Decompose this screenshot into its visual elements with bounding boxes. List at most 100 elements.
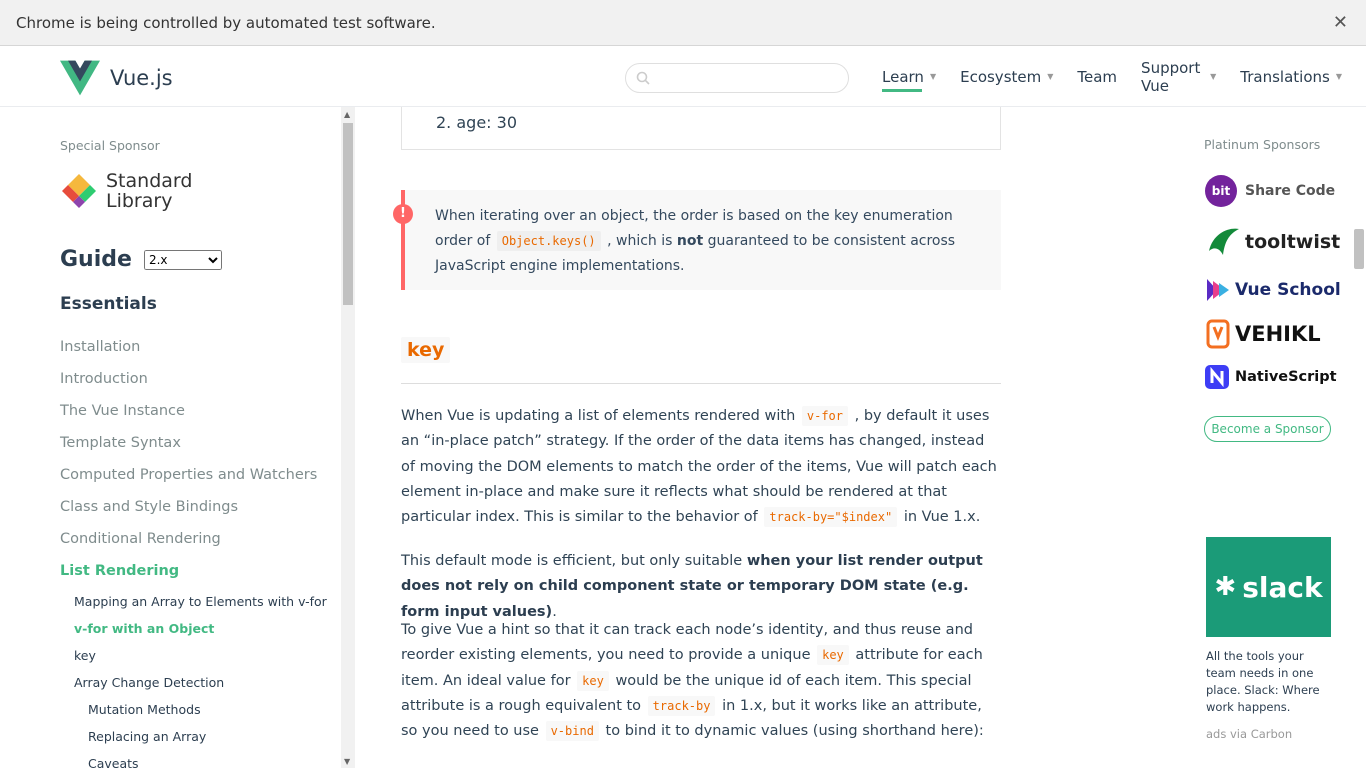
p3-code-1: key	[817, 645, 849, 666]
nav-ecosystem-label: Ecosystem	[960, 67, 1042, 86]
sponsor-nativescript-name: NativeScript	[1235, 369, 1337, 385]
tip-bold: not	[676, 233, 704, 249]
special-sponsor-link[interactable]: Standard Library	[60, 171, 192, 211]
stdlib-logo-icon	[62, 174, 96, 208]
automation-message: Chrome is being controlled by automated …	[16, 13, 436, 32]
paragraph-default-mode: This default mode is efficient, but only…	[401, 549, 1001, 625]
logo-link[interactable]: Vue.js	[60, 60, 173, 96]
search-box[interactable]	[625, 63, 849, 93]
special-sponsor-label: Special Sponsor	[60, 138, 160, 153]
main-content: 2. age: 30 ! When iterating over an obje…	[355, 107, 1175, 768]
paragraph-key-hint: To give Vue a hint so that it can track …	[401, 618, 1001, 744]
sidebar-item-introduction[interactable]: Introduction	[60, 369, 340, 401]
sidebar-scrollbar[interactable]: ▲ ▼	[341, 107, 355, 768]
version-select[interactable]: 2.x	[143, 249, 222, 270]
nav-support-vue-label: Support Vue	[1141, 58, 1201, 95]
vueschool-logo-icon	[1207, 279, 1229, 301]
sidebar-subitem-vfor-object[interactable]: v-for with an Object	[60, 620, 340, 647]
carbon-brand: slack	[1242, 570, 1323, 604]
sidebar-scrollbar-thumb[interactable]	[343, 123, 353, 305]
sidebar-item-class-style[interactable]: Class and Style Bindings	[60, 497, 340, 529]
section-heading-key: key	[401, 337, 1001, 384]
nav-translations-label: Translations	[1240, 67, 1330, 86]
p3-text-5: to bind it to dynamic values (using shor…	[605, 723, 984, 740]
p2-text-1: This default mode is efficient, but only…	[401, 553, 743, 569]
sidebar-subsubitem-mutation[interactable]: Mutation Methods	[60, 701, 340, 728]
chevron-down-icon: ▼	[1210, 72, 1217, 81]
bit-logo-icon: bit	[1205, 175, 1237, 207]
page-scrollbar[interactable]	[1352, 107, 1366, 768]
close-icon[interactable]: ✕	[1333, 12, 1348, 33]
nav-team[interactable]: Team	[1077, 46, 1117, 107]
tooltwist-logo-icon	[1209, 228, 1239, 255]
page-scrollbar-thumb[interactable]	[1354, 229, 1364, 269]
p1-code-2: track-by="$index"	[764, 507, 898, 528]
sidebar-subitem-array-change[interactable]: Array Change Detection	[60, 674, 340, 701]
tip-text-2: , which is	[607, 233, 673, 249]
chevron-down-icon: ▼	[929, 72, 937, 81]
sidebar-subitem-mapping[interactable]: Mapping an Array to Elements with v-for	[60, 593, 340, 620]
slack-logo-icon: ✱	[1214, 572, 1237, 602]
vue-logo-icon	[60, 60, 100, 96]
nativescript-logo-icon	[1205, 365, 1229, 389]
search-icon	[636, 71, 650, 85]
sidebar-subitem-key[interactable]: key	[60, 647, 340, 674]
nav-learn-label: Learn	[882, 67, 924, 86]
warning-tip: ! When iterating over an object, the ord…	[393, 190, 1001, 290]
nav-ecosystem[interactable]: Ecosystem ▼	[960, 46, 1053, 107]
sponsor-name-line1: Standard	[106, 170, 193, 192]
sponsor-name-line2: Library	[106, 190, 173, 212]
p3-code-2: key	[577, 670, 609, 691]
p1-text-1: When Vue is updating a list of elements …	[401, 408, 796, 424]
sponsor-vehikl[interactable]: VEHIKL	[1205, 319, 1321, 349]
right-sponsors: Platinum Sponsors bit Share Code tooltwi…	[1175, 107, 1352, 768]
sidebar: Special Sponsor Standard Library Guide 2…	[0, 107, 341, 768]
sponsor-nativescript[interactable]: NativeScript	[1205, 365, 1337, 389]
sidebar-item-list-rendering[interactable]: List Rendering	[60, 561, 340, 593]
sidebar-subsubitem-caveats[interactable]: Caveats	[60, 755, 340, 768]
sponsor-bit[interactable]: bit Share Code	[1205, 175, 1335, 207]
sponsor-bit-name: Share Code	[1245, 183, 1336, 199]
nav-support-vue[interactable]: Support Vue ▼	[1141, 46, 1216, 107]
heading-key[interactable]: key	[401, 337, 451, 363]
carbon-via-link[interactable]: ads via Carbon	[1206, 727, 1292, 741]
nav-team-label: Team	[1077, 67, 1118, 86]
platinum-sponsors-label: Platinum Sponsors	[1204, 137, 1321, 152]
section-title: Essentials	[60, 294, 157, 314]
sidebar-item-conditional[interactable]: Conditional Rendering	[60, 529, 340, 561]
sidebar-menu: Installation Introduction The Vue Instan…	[60, 337, 340, 768]
nav-translations[interactable]: Translations ▼	[1240, 46, 1342, 107]
nav-learn[interactable]: Learn ▼	[882, 46, 936, 107]
search-input[interactable]	[656, 70, 836, 86]
list-item-age: 2. age: 30	[436, 113, 517, 132]
sidebar-item-installation[interactable]: Installation	[60, 337, 340, 369]
automation-infobar: Chrome is being controlled by automated …	[0, 0, 1366, 46]
p1-code-1: v-for	[801, 406, 848, 426]
chevron-down-icon: ▼	[1047, 72, 1054, 81]
carbon-ad-image[interactable]: ✱ slack	[1206, 537, 1331, 637]
guide-title: Guide	[60, 247, 132, 272]
sponsor-name: Standard Library	[106, 171, 192, 211]
sidebar-item-vue-instance[interactable]: The Vue Instance	[60, 401, 340, 433]
paragraph-key-intro: When Vue is updating a list of elements …	[401, 404, 1001, 530]
top-nav: Learn ▼ Ecosystem ▼ Team Support Vue ▼ T…	[882, 46, 1366, 107]
sponsor-tooltwist[interactable]: tooltwist	[1205, 225, 1340, 259]
sponsor-vehikl-name: VEHIKL	[1235, 322, 1321, 346]
p1-text-2: , by default it uses an “in-place patch”…	[401, 408, 997, 526]
guide-header: Guide 2.x	[60, 247, 222, 272]
vehikl-logo-icon	[1206, 319, 1230, 349]
p3-code-4: v-bind	[545, 721, 599, 742]
sidebar-item-computed[interactable]: Computed Properties and Watchers	[60, 465, 340, 497]
scroll-up-icon[interactable]: ▲	[344, 110, 350, 119]
become-sponsor-button[interactable]: Become a Sponsor	[1204, 416, 1331, 442]
tip-code: Object.keys()	[496, 231, 601, 251]
sponsor-vueschool-name: Vue School	[1235, 280, 1341, 300]
warning-icon: !	[393, 204, 413, 224]
scroll-down-icon[interactable]: ▼	[344, 757, 350, 766]
sidebar-item-template-syntax[interactable]: Template Syntax	[60, 433, 340, 465]
sponsor-vueschool[interactable]: Vue School	[1205, 277, 1341, 303]
sidebar-subsubitem-replacing[interactable]: Replacing an Array	[60, 728, 340, 755]
p3-code-3: track-by	[647, 695, 716, 716]
carbon-ad-text[interactable]: All the tools your team needs in one pla…	[1206, 648, 1331, 716]
site-header: Vue.js Learn ▼ Ecosystem ▼ Team Support …	[0, 46, 1366, 107]
